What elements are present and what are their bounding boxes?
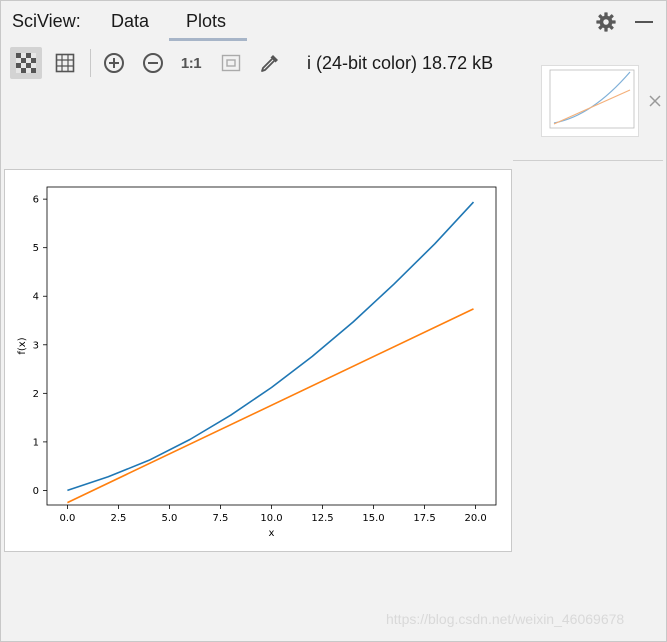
y-tick-label: 3 <box>33 340 39 351</box>
x-tick-label: 7.5 <box>213 513 229 524</box>
fit-to-window-button[interactable] <box>215 47 247 79</box>
fit-window-icon <box>221 54 241 72</box>
zoom-in-button[interactable] <box>98 47 130 79</box>
x-tick-label: 15.0 <box>362 513 384 524</box>
close-icon[interactable] <box>648 94 662 108</box>
tab-data[interactable]: Data <box>111 11 149 32</box>
y-tick-label: 6 <box>33 195 39 206</box>
actual-size-button[interactable]: 1:1 <box>175 47 207 79</box>
y-axis-label: f(x) <box>17 337 28 354</box>
thumbnail-preview <box>549 69 635 129</box>
x-tick-label: 2.5 <box>110 513 126 524</box>
checkerboard-icon <box>16 53 36 73</box>
toolbar-separator <box>90 49 91 77</box>
minimize-button[interactable] <box>635 21 653 23</box>
zoom-out-icon <box>143 53 163 73</box>
watermark: https://blog.csdn.net/weixin_46069678 <box>386 611 625 627</box>
eyedropper-icon <box>261 55 278 72</box>
actual-size-label: 1:1 <box>180 54 202 72</box>
plot-thumbnail[interactable] <box>541 65 639 137</box>
tab-plots[interactable]: Plots <box>186 11 226 32</box>
x-tick-label: 0.0 <box>59 513 75 524</box>
plot-area <box>46 186 497 506</box>
y-tick-label: 0 <box>33 486 39 497</box>
active-tab-indicator <box>169 38 247 41</box>
plot-image: 0.0 2.5 5.0 7.5 10.0 12.5 15.0 17.5 20.0 0 1 2 3 4 5 6 x… <box>4 169 512 552</box>
tab-bar: SciView: Data Plots <box>1 1 665 41</box>
color-picker-button[interactable] <box>254 47 286 79</box>
checkerboard-toggle-button[interactable] <box>10 47 42 79</box>
zoom-out-button[interactable] <box>137 47 169 79</box>
gear-icon[interactable] <box>595 11 617 33</box>
x-tick-label: 10.0 <box>260 513 282 524</box>
y-tick-label: 4 <box>33 292 39 303</box>
grid-icon <box>55 53 75 73</box>
grid-toggle-button[interactable] <box>49 47 81 79</box>
x-tick-label: 17.5 <box>413 513 435 524</box>
line-chart: 0.0 2.5 5.0 7.5 10.0 12.5 15.0 17.5 20.0 0 1 2 3 4 5 6 x… <box>17 186 497 539</box>
y-tick-label: 5 <box>33 243 39 254</box>
x-axis-label: x <box>269 528 275 539</box>
image-info: i (24-bit color) 18.72 kB <box>307 53 494 73</box>
y-tick-label: 1 <box>33 437 39 448</box>
x-tick-label: 12.5 <box>311 513 333 524</box>
app-label: SciView: <box>12 11 81 31</box>
x-tick-label: 5.0 <box>162 513 178 524</box>
zoom-in-icon <box>104 53 124 73</box>
y-tick-label: 2 <box>33 389 39 400</box>
thumbnail-separator <box>513 160 663 161</box>
x-tick-label: 20.0 <box>464 513 486 524</box>
